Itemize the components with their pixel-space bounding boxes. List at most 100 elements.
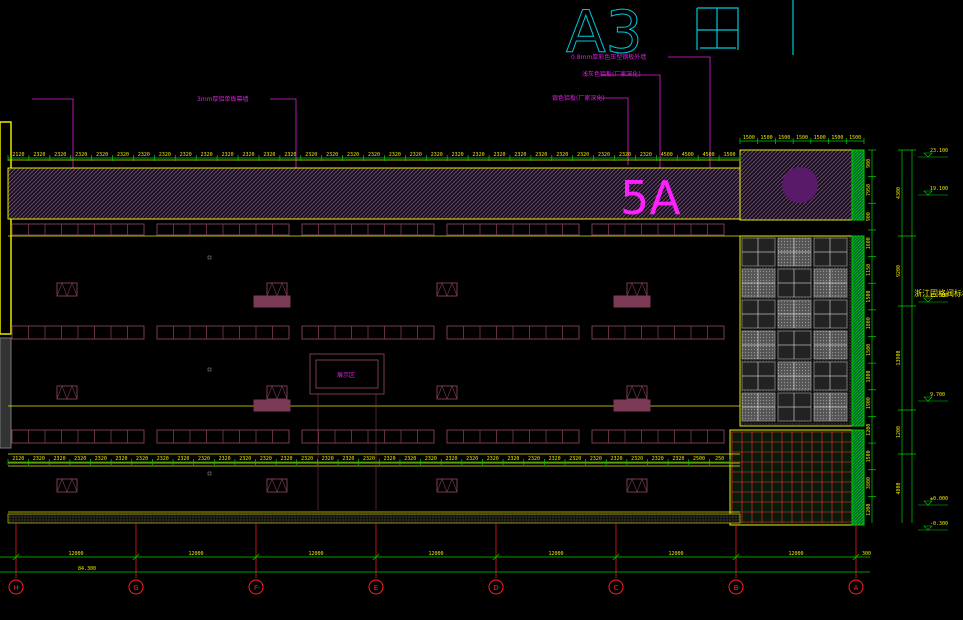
mid-dim-label: 2320 [631,456,643,462]
logo-mark [782,167,818,203]
mid-dimension-row: 2120 2320 2320 2320 2320 2320 2320 2320 2320 2320… [7,456,731,465]
vdim-label: 1900 [866,397,872,409]
right-note: 浙江固格阀标标 [914,288,963,298]
right-dim-label: 1500 [814,135,826,141]
top-dim-label: 2320 [138,152,150,158]
top-dim-label: 2320 [284,152,296,158]
vertical-dimensions: 900 7950 900 1600 1150 1500 1800 1500 1800 1900 12… [866,149,876,523]
axis-label: D [493,584,498,592]
bay-label: 12000 [788,551,803,557]
vertical-overall-dimensions: 4300 9200 13900 1200 4800 [896,149,916,523]
overall-dimension: 84.300 [78,566,96,572]
mid-dim-label: 2320 [487,456,499,462]
mid-dim-label: 2320 [198,456,210,462]
mid-dim-label: 2320 [652,456,664,462]
vdim-label: 1500 [866,344,872,356]
small-window [436,385,458,400]
vdim-label: 1500 [866,291,872,303]
small-window [56,282,78,297]
right-top-dimension-row: 1500 1500 1500 1500 1500 1500 1500 [739,135,865,144]
vdim2-label: 9200 [896,265,902,277]
top-dim-label: 2320 [556,152,568,158]
elevation-label: ±0.000 [930,496,948,502]
bay-label: 12000 [68,551,83,557]
mid-dim-label: 2320 [384,456,396,462]
vent-mark [207,255,212,260]
top-dim-label: 2320 [54,152,66,158]
window-glyph [266,385,288,400]
small-window [56,478,78,493]
building-number-sign: 5A [620,171,681,225]
top-dim-label: 2320 [75,152,87,158]
axis-label: C [614,584,619,592]
mid-dim-label: 2320 [157,456,169,462]
vdim-label: 1800 [866,317,872,329]
top-dim-label: 2320 [326,152,338,158]
end-dimension: 300 [862,551,871,557]
elevation-label: 23.100 [930,148,948,154]
elevation-label: 9.700 [930,392,945,398]
mid-dim-label: 2320 [115,456,127,462]
vdim-label: 1500 [866,450,872,462]
mid-dim-label: 2320 [239,456,251,462]
top-dim-label: 4500 [682,152,694,158]
mid-dim-label: 2320 [136,456,148,462]
vent-mark [207,367,212,372]
mid-dim-label: 2320 [74,456,86,462]
elevation-drawing: A3 3mm厚铝单板幕墙 银色铝板(厂家深化) 0.8mm厚彩色压型钢板外墙 浅… [0,0,963,595]
plinth-hatch [7,513,741,524]
window-rows [11,223,725,493]
top-dim-label: 2320 [577,152,589,158]
vdim2-label: 13900 [896,350,902,365]
mid-dim-label: 2320 [569,456,581,462]
mid-dim-label: 2320 [342,456,354,462]
top-dim-label: 2320 [222,152,234,158]
small-window [436,282,458,297]
window-glyph [266,478,288,493]
balcony-panel [253,399,291,412]
window-glyph [266,282,288,297]
annotation-center: 银色铝板(厂家深化) [552,94,605,102]
vdim-label: 7950 [866,184,872,196]
window-glyph [56,385,78,400]
bay-label: 12000 [308,551,323,557]
top-dim-label: 2320 [452,152,464,158]
canopy-label: 展示区 [337,372,355,379]
bay-label: 12000 [548,551,563,557]
top-dim-label: 2320 [263,152,275,158]
mid-dim-label: 2320 [590,456,602,462]
right-dim-label: 1500 [831,135,843,141]
elevation-label: 19.100 [930,186,948,192]
top-dim-label: 2320 [535,152,547,158]
vdim-label: 900 [866,159,872,168]
mid-dim-label: 2320 [528,456,540,462]
mid-dim-label: 2320 [466,456,478,462]
small-window [266,282,288,297]
vdim2-label: 4800 [896,482,902,494]
top-dim-label: 2320 [640,152,652,158]
annotation-right-2: 浅灰色铝板(厂家深化) [582,70,641,78]
small-window [626,385,648,400]
window-glyph [626,478,648,493]
mid-dim-label: 2320 [425,456,437,462]
window-glyph [56,282,78,297]
bay-label: 12000 [188,551,203,557]
small-window [266,385,288,400]
mid-dim-label: 2320 [363,456,375,462]
elevation-marks: 23.10019.10015.3009.700±0.000-0.300 [918,148,948,531]
mid-dim-label: 2320 [177,456,189,462]
axis-label: A [854,584,859,592]
mid-dim-label: 2320 [280,456,292,462]
small-window [56,385,78,400]
small-window [626,478,648,493]
top-dim-label: 2320 [410,152,422,158]
bay-label: 12000 [668,551,683,557]
cad-drawing-canvas[interactable]: A3 3mm厚铝单板幕墙 银色铝板(厂家深化) 0.8mm厚彩色压型钢板外墙 浅… [0,0,963,620]
top-dim-label: 2120 [12,152,24,158]
axis-bubbles: HGFEDCBA [8,579,864,595]
axis-label: H [13,584,18,592]
window-glyph [436,282,458,297]
small-window [626,282,648,297]
mid-dim-label: 2320 [301,456,313,462]
top-dim-label: 2320 [347,152,359,158]
